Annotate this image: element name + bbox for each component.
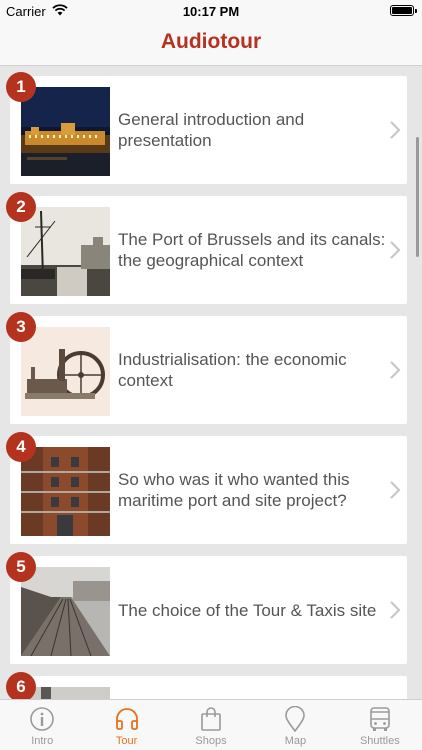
tour-item-number-badge: 3: [6, 312, 36, 342]
tab-intro[interactable]: Intro: [0, 700, 84, 750]
tour-item-3[interactable]: Industrialisation: the economic context: [10, 316, 407, 424]
tour-item-1[interactable]: General introduction and presentation: [10, 76, 407, 184]
tab-label: Map: [284, 735, 307, 747]
tour-item-title: The Port of Brussels and its canals: the…: [118, 230, 386, 270]
tour-item-number-badge: 5: [6, 552, 36, 582]
tour-item-4[interactable]: So who was it who wanted this maritime p…: [10, 436, 407, 544]
tour-item-5[interactable]: The choice of the Tour & Taxis site: [10, 556, 407, 664]
tab-tour[interactable]: Tour: [84, 700, 168, 750]
map-pin-icon: [285, 706, 306, 732]
headphones-icon: [115, 708, 138, 730]
tour-item-thumbnail: [21, 447, 110, 536]
tour-item-title: [118, 676, 386, 699]
bus-icon: [370, 707, 390, 731]
status-time: 10:17 PM: [182, 4, 240, 19]
tab-label: Intro: [31, 735, 54, 747]
tour-item-title: General introduction and presentation: [118, 110, 305, 150]
bag-icon: [201, 707, 221, 731]
chevron-right-icon: [390, 481, 401, 499]
scrollbar[interactable]: [416, 137, 419, 257]
tab-label: Shuttles: [359, 735, 400, 747]
tour-item-title: Industrialisation: the economic context: [118, 350, 347, 390]
tour-item-number-badge: 1: [6, 72, 36, 102]
tour-item-title: The choice of the Tour & Taxis site: [118, 600, 377, 620]
tour-list[interactable]: General introduction and presentation 1 …: [0, 67, 422, 699]
tab-shuttles[interactable]: Shuttles: [338, 700, 422, 750]
tour-item-6[interactable]: [10, 676, 407, 699]
page-title: Audiotour: [160, 30, 262, 53]
status-bar: Carrier 10:17 PM: [0, 0, 422, 22]
chevron-right-icon: [390, 601, 401, 619]
tour-item-thumbnail: [21, 207, 110, 296]
tour-item-thumbnail: [21, 327, 110, 416]
tour-item-thumbnail: [21, 567, 110, 656]
chevron-right-icon: [390, 361, 401, 379]
navigation-bar: Audiotour: [0, 22, 422, 66]
tab-shops[interactable]: Shops: [169, 700, 253, 750]
chevron-right-icon: [390, 121, 401, 139]
tour-item-title: So who was it who wanted this maritime p…: [118, 470, 350, 510]
tour-item-number-badge: 2: [6, 192, 36, 222]
tour-item-number-badge: 4: [6, 432, 36, 462]
tour-item-2[interactable]: The Port of Brussels and its canals: the…: [10, 196, 407, 304]
tour-item-thumbnail: [21, 87, 110, 176]
tab-bar: Intro Tour Shops Map Shuttles: [0, 699, 422, 750]
tab-map[interactable]: Map: [253, 700, 337, 750]
info-icon: [30, 707, 55, 731]
tour-item-number-badge: 6: [6, 672, 36, 699]
tab-label: Tour: [115, 735, 138, 747]
battery-icon: [390, 5, 417, 16]
chevron-right-icon: [390, 241, 401, 259]
tab-label: Shops: [195, 735, 227, 747]
